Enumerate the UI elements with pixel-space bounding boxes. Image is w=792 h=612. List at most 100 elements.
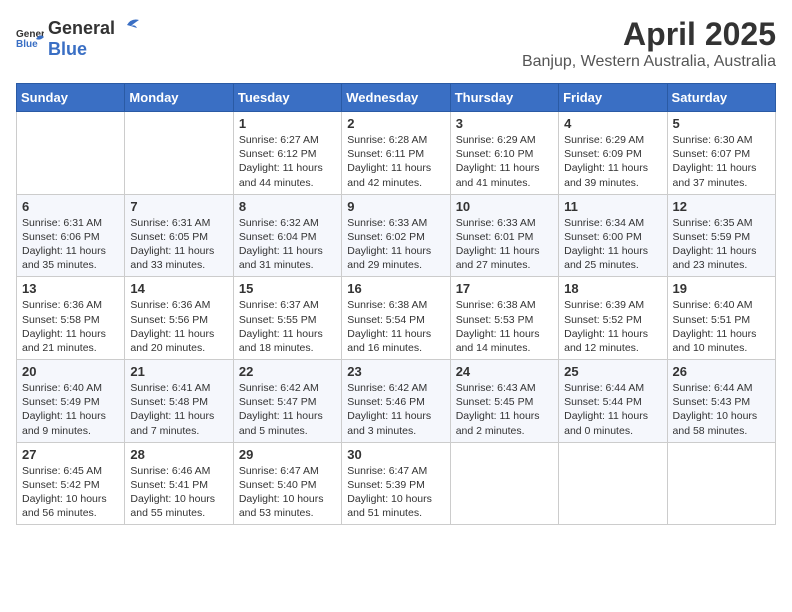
day-info: Sunrise: 6:42 AM Sunset: 5:46 PM Dayligh… bbox=[347, 381, 444, 438]
calendar-cell: 26 Sunrise: 6:44 AM Sunset: 5:43 PM Dayli… bbox=[667, 360, 775, 443]
day-info: Sunrise: 6:36 AM Sunset: 5:58 PM Dayligh… bbox=[22, 298, 119, 355]
day-number: 30 bbox=[347, 447, 444, 462]
day-number: 26 bbox=[673, 364, 770, 379]
calendar-cell: 6 Sunrise: 6:31 AM Sunset: 6:06 PM Daylig… bbox=[17, 194, 125, 277]
day-info: Sunrise: 6:33 AM Sunset: 6:01 PM Dayligh… bbox=[456, 216, 553, 273]
page-header: General Blue General Blue April 2025 Ban… bbox=[16, 16, 776, 71]
day-number: 22 bbox=[239, 364, 336, 379]
calendar-cell: 3 Sunrise: 6:29 AM Sunset: 6:10 PM Daylig… bbox=[450, 112, 558, 195]
calendar-cell: 21Sunrise: 6:41 AM Sunset: 5:48 PM Dayli… bbox=[125, 360, 233, 443]
calendar-cell: 1Sunrise: 6:27 AM Sunset: 6:12 PM Daylig… bbox=[233, 112, 341, 195]
calendar-cell: 12Sunrise: 6:35 AM Sunset: 5:59 PM Dayli… bbox=[667, 194, 775, 277]
weekday-header-wednesday: Wednesday bbox=[342, 84, 450, 112]
logo-icon: General Blue bbox=[16, 27, 44, 49]
day-number: 21 bbox=[130, 364, 227, 379]
calendar-week-row: 27 Sunrise: 6:45 AM Sunset: 5:42 PM Dayli… bbox=[17, 442, 776, 525]
title-block: April 2025 Banjup, Western Australia, Au… bbox=[522, 16, 776, 71]
location-subtitle: Banjup, Western Australia, Australia bbox=[522, 53, 776, 71]
day-number: 9 bbox=[347, 199, 444, 214]
day-info: Sunrise: 6:38 AM Sunset: 5:54 PM Dayligh… bbox=[347, 298, 444, 355]
day-number: 5 bbox=[673, 116, 770, 131]
day-info: Sunrise: 6:37 AM Sunset: 5:55 PM Dayligh… bbox=[239, 298, 336, 355]
day-number: 27 bbox=[22, 447, 119, 462]
weekday-header-tuesday: Tuesday bbox=[233, 84, 341, 112]
day-info: Sunrise: 6:40 AM Sunset: 5:49 PM Dayligh… bbox=[22, 381, 119, 438]
calendar-cell: 2Sunrise: 6:28 AM Sunset: 6:11 PM Daylig… bbox=[342, 112, 450, 195]
day-number: 3 bbox=[456, 116, 553, 131]
calendar-cell: 28 Sunrise: 6:46 AM Sunset: 5:41 PM Dayli… bbox=[125, 442, 233, 525]
day-info: Sunrise: 6:44 AM Sunset: 5:43 PM Dayligh… bbox=[673, 381, 770, 438]
day-info: Sunrise: 6:45 AM Sunset: 5:42 PM Dayligh… bbox=[22, 464, 119, 521]
day-info: Sunrise: 6:35 AM Sunset: 5:59 PM Dayligh… bbox=[673, 216, 770, 273]
weekday-header-saturday: Saturday bbox=[667, 84, 775, 112]
calendar-cell bbox=[17, 112, 125, 195]
day-info: Sunrise: 6:32 AM Sunset: 6:04 PM Dayligh… bbox=[239, 216, 336, 273]
day-info: Sunrise: 6:29 AM Sunset: 6:09 PM Dayligh… bbox=[564, 133, 661, 190]
day-number: 14 bbox=[130, 281, 227, 296]
calendar-table: SundayMondayTuesdayWednesdayThursdayFrid… bbox=[16, 83, 776, 525]
day-number: 13 bbox=[22, 281, 119, 296]
weekday-header-friday: Friday bbox=[559, 84, 667, 112]
calendar-cell: 8 Sunrise: 6:32 AM Sunset: 6:04 PM Daylig… bbox=[233, 194, 341, 277]
weekday-header-row: SundayMondayTuesdayWednesdayThursdayFrid… bbox=[17, 84, 776, 112]
calendar-week-row: 13 Sunrise: 6:36 AM Sunset: 5:58 PM Dayli… bbox=[17, 277, 776, 360]
day-number: 24 bbox=[456, 364, 553, 379]
day-number: 20 bbox=[22, 364, 119, 379]
logo-blue: Blue bbox=[48, 39, 87, 59]
day-info: Sunrise: 6:34 AM Sunset: 6:00 PM Dayligh… bbox=[564, 216, 661, 273]
day-info: Sunrise: 6:43 AM Sunset: 5:45 PM Dayligh… bbox=[456, 381, 553, 438]
calendar-cell: 29 Sunrise: 6:47 AM Sunset: 5:40 PM Dayli… bbox=[233, 442, 341, 525]
day-info: Sunrise: 6:47 AM Sunset: 5:40 PM Dayligh… bbox=[239, 464, 336, 521]
day-info: Sunrise: 6:31 AM Sunset: 6:05 PM Dayligh… bbox=[130, 216, 227, 273]
calendar-cell bbox=[125, 112, 233, 195]
calendar-cell: 18 Sunrise: 6:39 AM Sunset: 5:52 PM Dayli… bbox=[559, 277, 667, 360]
calendar-cell: 11 Sunrise: 6:34 AM Sunset: 6:00 PM Dayli… bbox=[559, 194, 667, 277]
day-number: 11 bbox=[564, 199, 661, 214]
calendar-cell: 13 Sunrise: 6:36 AM Sunset: 5:58 PM Dayli… bbox=[17, 277, 125, 360]
calendar-cell: 16 Sunrise: 6:38 AM Sunset: 5:54 PM Dayli… bbox=[342, 277, 450, 360]
calendar-cell: 4Sunrise: 6:29 AM Sunset: 6:09 PM Daylig… bbox=[559, 112, 667, 195]
calendar-cell bbox=[667, 442, 775, 525]
day-info: Sunrise: 6:39 AM Sunset: 5:52 PM Dayligh… bbox=[564, 298, 661, 355]
day-info: Sunrise: 6:46 AM Sunset: 5:41 PM Dayligh… bbox=[130, 464, 227, 521]
day-info: Sunrise: 6:28 AM Sunset: 6:11 PM Dayligh… bbox=[347, 133, 444, 190]
weekday-header-monday: Monday bbox=[125, 84, 233, 112]
weekday-header-sunday: Sunday bbox=[17, 84, 125, 112]
calendar-cell: 15 Sunrise: 6:37 AM Sunset: 5:55 PM Dayli… bbox=[233, 277, 341, 360]
day-info: Sunrise: 6:47 AM Sunset: 5:39 PM Dayligh… bbox=[347, 464, 444, 521]
day-number: 10 bbox=[456, 199, 553, 214]
calendar-cell: 17 Sunrise: 6:38 AM Sunset: 5:53 PM Dayli… bbox=[450, 277, 558, 360]
day-number: 7 bbox=[130, 199, 227, 214]
calendar-cell: 27 Sunrise: 6:45 AM Sunset: 5:42 PM Dayli… bbox=[17, 442, 125, 525]
calendar-cell: 7 Sunrise: 6:31 AM Sunset: 6:05 PM Daylig… bbox=[125, 194, 233, 277]
calendar-cell: 22 Sunrise: 6:42 AM Sunset: 5:47 PM Dayli… bbox=[233, 360, 341, 443]
day-info: Sunrise: 6:30 AM Sunset: 6:07 PM Dayligh… bbox=[673, 133, 770, 190]
day-number: 8 bbox=[239, 199, 336, 214]
calendar-cell bbox=[450, 442, 558, 525]
day-info: Sunrise: 6:31 AM Sunset: 6:06 PM Dayligh… bbox=[22, 216, 119, 273]
calendar-cell: 23Sunrise: 6:42 AM Sunset: 5:46 PM Dayli… bbox=[342, 360, 450, 443]
svg-text:Blue: Blue bbox=[16, 39, 38, 49]
day-number: 18 bbox=[564, 281, 661, 296]
day-info: Sunrise: 6:38 AM Sunset: 5:53 PM Dayligh… bbox=[456, 298, 553, 355]
calendar-cell: 19Sunrise: 6:40 AM Sunset: 5:51 PM Dayli… bbox=[667, 277, 775, 360]
day-info: Sunrise: 6:29 AM Sunset: 6:10 PM Dayligh… bbox=[456, 133, 553, 190]
day-number: 29 bbox=[239, 447, 336, 462]
day-info: Sunrise: 6:44 AM Sunset: 5:44 PM Dayligh… bbox=[564, 381, 661, 438]
day-info: Sunrise: 6:42 AM Sunset: 5:47 PM Dayligh… bbox=[239, 381, 336, 438]
day-number: 16 bbox=[347, 281, 444, 296]
day-number: 28 bbox=[130, 447, 227, 462]
day-number: 17 bbox=[456, 281, 553, 296]
day-number: 6 bbox=[22, 199, 119, 214]
weekday-header-thursday: Thursday bbox=[450, 84, 558, 112]
calendar-week-row: 1Sunrise: 6:27 AM Sunset: 6:12 PM Daylig… bbox=[17, 112, 776, 195]
calendar-cell: 9Sunrise: 6:33 AM Sunset: 6:02 PM Daylig… bbox=[342, 194, 450, 277]
calendar-cell: 10 Sunrise: 6:33 AM Sunset: 6:01 PM Dayli… bbox=[450, 194, 558, 277]
calendar-week-row: 6 Sunrise: 6:31 AM Sunset: 6:06 PM Daylig… bbox=[17, 194, 776, 277]
calendar-cell: 24 Sunrise: 6:43 AM Sunset: 5:45 PM Dayli… bbox=[450, 360, 558, 443]
calendar-cell: 14Sunrise: 6:36 AM Sunset: 5:56 PM Dayli… bbox=[125, 277, 233, 360]
calendar-cell: 20 Sunrise: 6:40 AM Sunset: 5:49 PM Dayli… bbox=[17, 360, 125, 443]
day-number: 15 bbox=[239, 281, 336, 296]
calendar-week-row: 20 Sunrise: 6:40 AM Sunset: 5:49 PM Dayli… bbox=[17, 360, 776, 443]
logo-bird-icon bbox=[117, 16, 139, 34]
